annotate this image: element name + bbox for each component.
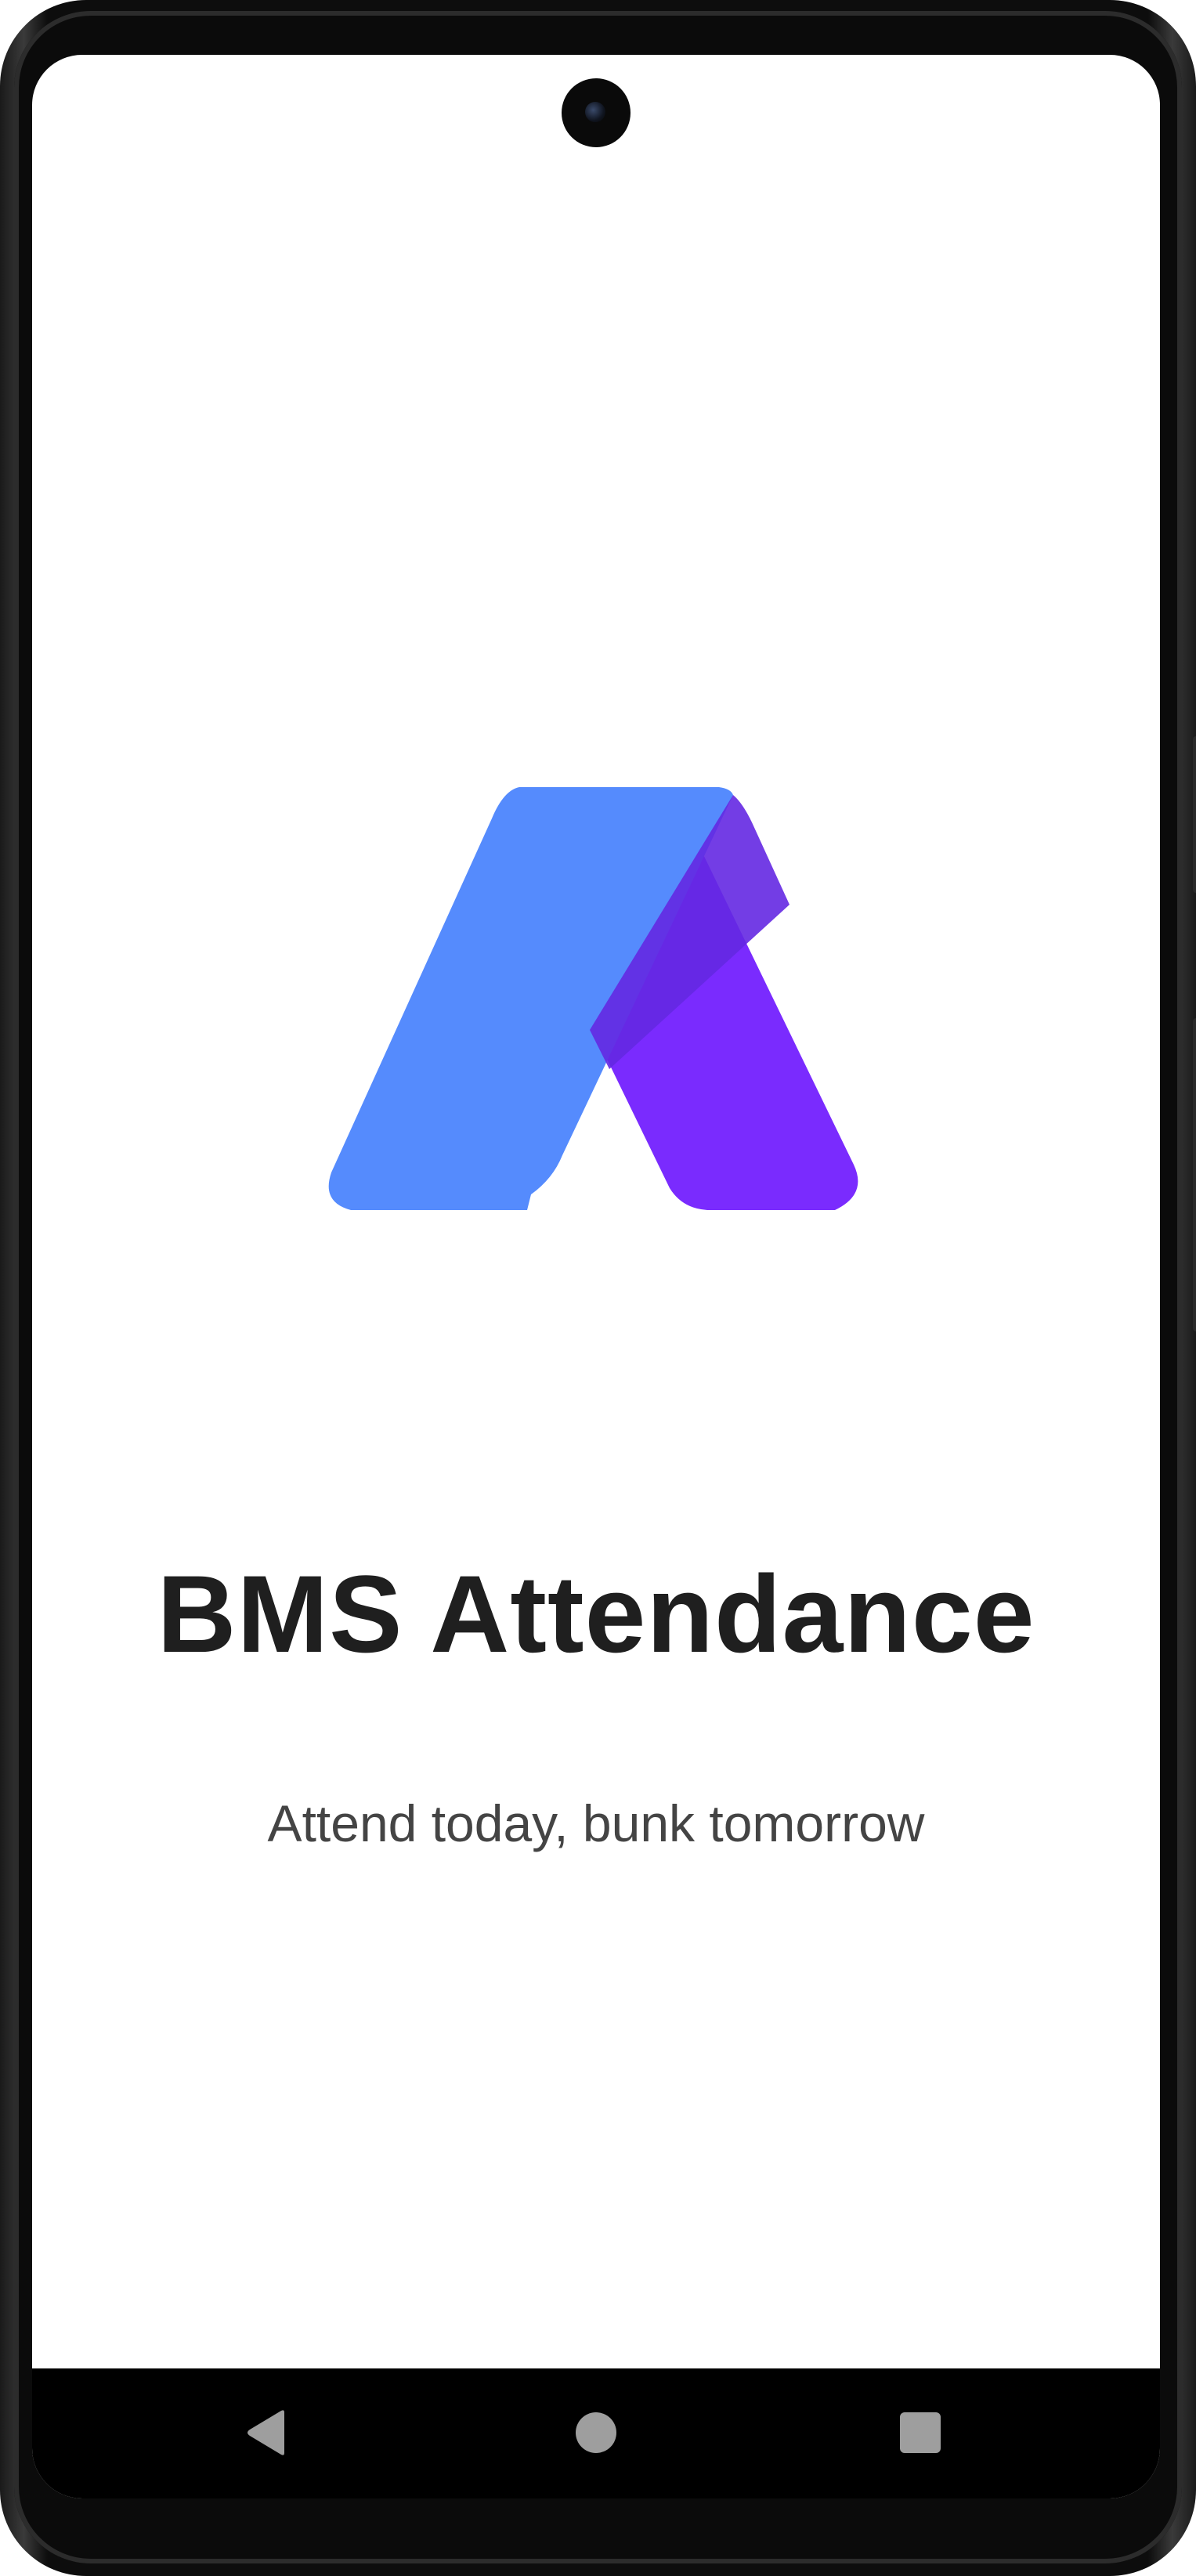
front-camera: [562, 78, 631, 147]
system-navigation-bar: [32, 2368, 1160, 2498]
app-tagline: Attend today, bunk tomorrow: [267, 1794, 925, 1852]
app-title: BMS Attendance: [157, 1552, 1035, 1675]
recents-icon[interactable]: [900, 2412, 941, 2453]
volume-button: [1193, 736, 1196, 893]
splash-screen: BMS Attendance Attend today, bunk tomorr…: [32, 55, 1160, 2498]
power-button: [1193, 1018, 1196, 1331]
app-logo-icon: [328, 787, 858, 1210]
back-icon[interactable]: [245, 2409, 289, 2456]
home-icon[interactable]: [576, 2412, 616, 2453]
device-frame: BMS Attendance Attend today, bunk tomorr…: [0, 0, 1196, 2576]
